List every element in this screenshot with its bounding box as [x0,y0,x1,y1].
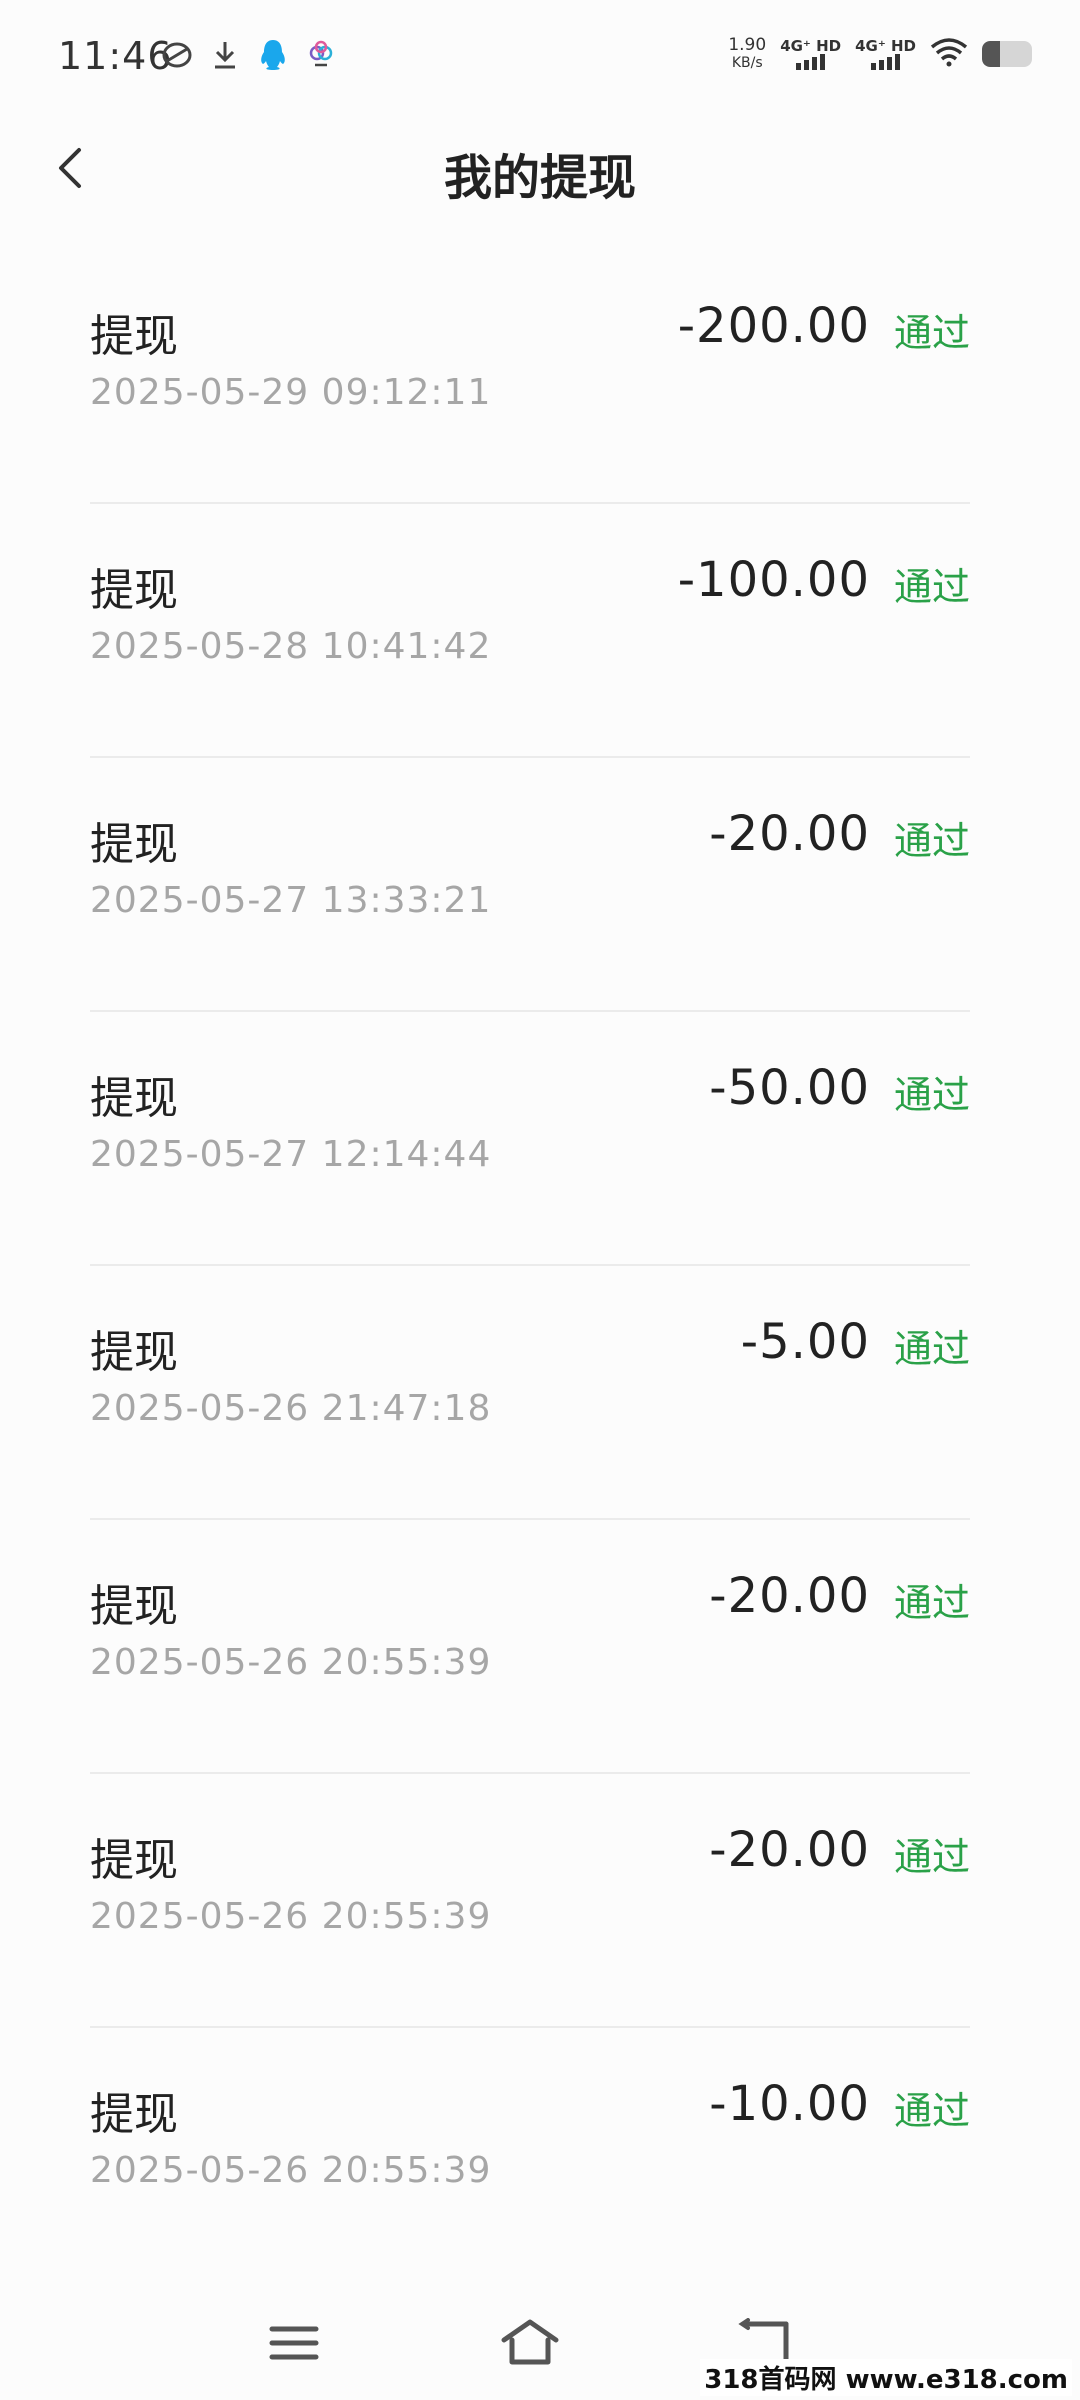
home-button[interactable] [490,2310,570,2380]
item-status: 通过 [893,2089,970,2133]
list-item[interactable]: 提现 2025-05-26 21:47:18 -5.00 通过 [90,1266,970,1520]
signal-sim2: 4G⁺ HD [855,38,916,70]
status-notification-icons [160,38,338,72]
list-item[interactable]: 提现 2025-05-26 20:55:39 -20.00 通过 [90,1520,970,1774]
item-amount: -200.00 [677,298,870,354]
wifi-icon [930,37,968,71]
title-bar: 我的提现 [0,120,1080,220]
item-amount: -20.00 [709,806,870,862]
item-label: 提现 [90,565,178,616]
item-status: 通过 [893,819,970,863]
download-icon [208,38,242,72]
item-date: 2025-05-27 12:14:44 [90,1134,492,1175]
home-icon [500,2318,560,2372]
battery-fill [982,41,1000,67]
item-amount: -20.00 [709,1822,870,1878]
item-date: 2025-05-27 13:33:21 [90,880,492,921]
status-bar: 11:46 1.90 KB/s 4G⁺ HD 4G⁺ HD [0,0,1080,120]
signal-sim1: 4G⁺ HD [780,38,841,70]
item-status: 通过 [893,565,970,609]
withdrawal-list: 提现 2025-05-29 09:12:11 -200.00 通过 提现 202… [90,250,970,2282]
item-status: 通过 [893,1581,970,1625]
item-label: 提现 [90,1581,178,1632]
item-date: 2025-05-28 10:41:42 [90,626,492,667]
list-item[interactable]: 提现 2025-05-27 12:14:44 -50.00 通过 [90,1012,970,1266]
item-label: 提现 [90,1835,178,1886]
item-date: 2025-05-26 21:47:18 [90,1388,492,1429]
item-amount: -5.00 [740,1314,870,1370]
sync-icon [160,38,194,72]
item-status: 通过 [893,1327,970,1371]
item-amount: -50.00 [709,1060,870,1116]
network-speed-value: 1.90 [728,35,767,55]
item-label: 提现 [90,1327,178,1378]
network-type-1: 4G⁺ HD [780,37,842,55]
list-item[interactable]: 提现 2025-05-29 09:12:11 -200.00 通过 [90,250,970,504]
network-speed: 1.90 KB/s [728,36,766,72]
item-amount: -20.00 [709,1568,870,1624]
item-amount: -100.00 [677,552,870,608]
list-item[interactable]: 提现 2025-05-26 20:55:39 -10.00 通过 [90,2028,970,2282]
signal-bars-icon [780,54,841,70]
app-icon [304,38,338,72]
item-label: 提现 [90,2089,178,2140]
item-date: 2025-05-29 09:12:11 [90,372,492,413]
page-title: 我的提现 [443,150,636,206]
signal-bars-icon [855,54,916,70]
battery-icon [982,41,1032,67]
status-system-icons: 1.90 KB/s 4G⁺ HD 4G⁺ HD [728,36,1032,72]
watermark: 318首码网 www.e318.com [700,2359,1072,2396]
menu-icon [269,2323,319,2367]
menu-button[interactable] [254,2310,334,2380]
item-label: 提现 [90,1073,178,1124]
item-label: 提现 [90,819,178,870]
item-status: 通过 [893,1835,970,1879]
item-date: 2025-05-26 20:55:39 [90,1896,492,1937]
item-date: 2025-05-26 20:55:39 [90,1642,492,1683]
network-speed-unit: KB/s [731,55,763,71]
item-status: 通过 [893,1073,970,1117]
item-status: 通过 [893,311,970,355]
list-item[interactable]: 提现 2025-05-27 13:33:21 -20.00 通过 [90,758,970,1012]
list-item[interactable]: 提现 2025-05-28 10:41:42 -100.00 通过 [90,504,970,758]
qq-icon [256,38,290,72]
item-date: 2025-05-26 20:55:39 [90,2150,492,2191]
item-amount: -10.00 [709,2076,870,2132]
status-time: 11:46 [58,34,173,78]
network-type-2: 4G⁺ HD [855,37,916,55]
list-item[interactable]: 提现 2025-05-26 20:55:39 -20.00 通过 [90,1774,970,2028]
item-label: 提现 [90,311,178,362]
